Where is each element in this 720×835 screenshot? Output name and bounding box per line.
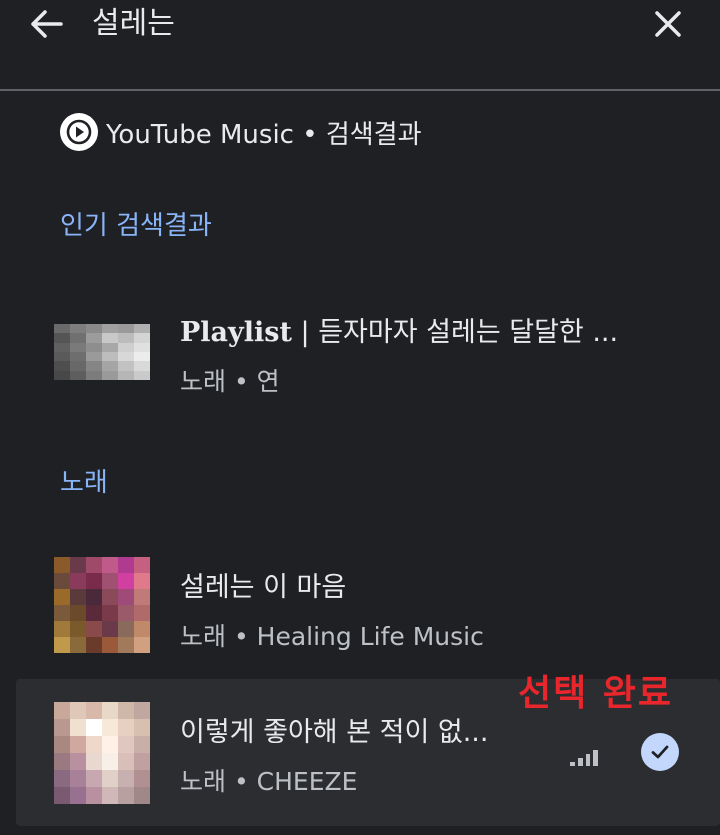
top-result-title: Playlist | 듣자마자 설레는 달달한 ... [180, 310, 618, 349]
back-button[interactable] [26, 6, 66, 42]
song-item[interactable]: 설레는 이 마음 노래 • Healing Life Music [0, 555, 720, 655]
songs-title: 노래 [60, 468, 108, 498]
source-row: YouTube Music • 검색결과 [60, 110, 422, 154]
song-thumbnail [54, 557, 150, 653]
song-title: 설레는 이 마음 [180, 572, 347, 603]
header: 설레는 [0, 0, 720, 90]
top-result-title-bold: Playlist [180, 317, 292, 348]
top-results-title: 인기 검색결과 [60, 211, 212, 241]
playlist-thumbnail [54, 324, 150, 380]
close-icon [655, 11, 681, 37]
source-label: YouTube Music • 검색결과 [106, 119, 422, 150]
song-subtitle: 노래 • Healing Life Music [180, 622, 484, 651]
search-query[interactable]: 설레는 [92, 2, 175, 46]
arrow-left-icon [31, 10, 63, 38]
top-result-item[interactable]: Playlist | 듣자마자 설레는 달달한 ... 노래 • 연 [0, 300, 720, 396]
top-result-subtitle: 노래 • 연 [180, 367, 280, 396]
selected-song-item[interactable]: 이렇게 좋아해 본 적이 없... 노래 • CHEEZE [0, 700, 720, 810]
youtube-music-logo [60, 113, 98, 151]
selected-song-title: 이렇게 좋아해 본 적이 없... [180, 717, 489, 748]
selected-song-thumbnail [54, 702, 150, 804]
signal-bars-icon [570, 748, 598, 766]
selected-song-subtitle: 노래 • CHEEZE [180, 767, 358, 796]
close-button[interactable] [648, 4, 688, 44]
check-icon[interactable] [641, 733, 679, 771]
top-result-title-rest: | 듣자마자 설레는 달달한 ... [291, 317, 619, 348]
annotation-label: 선택 완료 [518, 673, 674, 714]
header-divider [0, 89, 720, 91]
